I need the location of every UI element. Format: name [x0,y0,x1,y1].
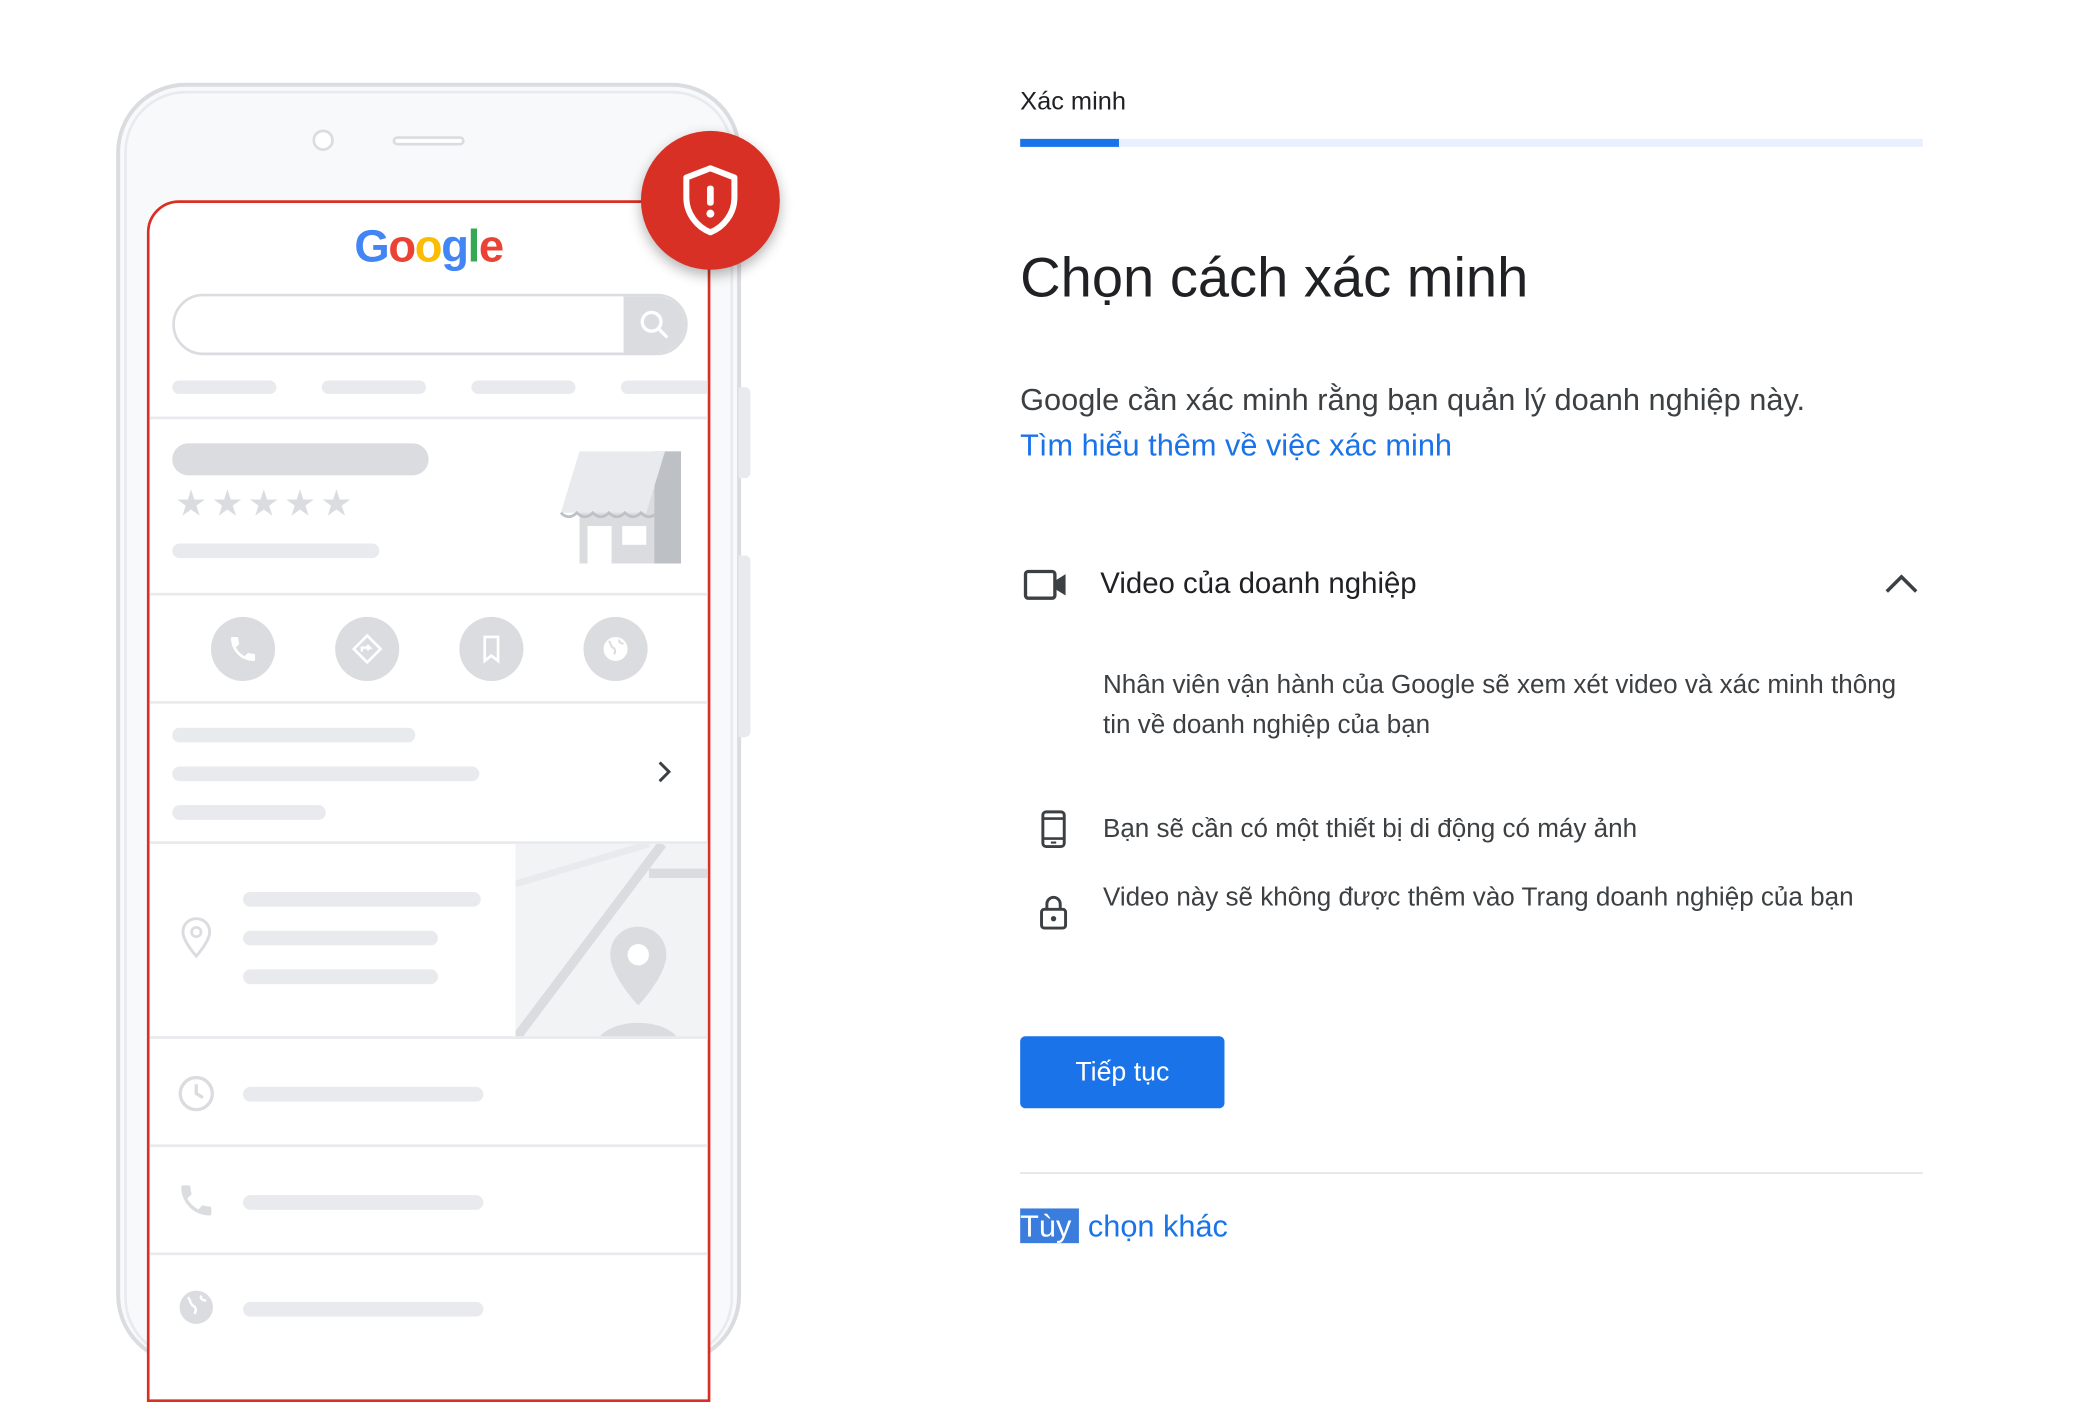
logo-letter: l [467,221,481,273]
clock-icon [178,1075,214,1112]
bookmark-icon [483,635,500,664]
placeholder-tab [620,380,708,394]
learn-more-link[interactable]: Tìm hiểu thêm về việc xác minh [1020,427,1452,463]
placeholder-tab [172,380,277,394]
phone-screen: Google ★★★★★ [146,200,711,1402]
placeholder-tab [321,380,426,394]
placeholder-line [243,1301,484,1317]
placeholder-line [243,891,481,907]
chevron-right-icon [658,761,672,783]
placeholder-line [172,543,380,559]
google-logo: Google [150,222,708,274]
progress-bar [1020,138,1923,147]
mock-search-bar [172,293,688,356]
logo-letter: g [441,221,469,273]
placeholder-line [243,930,438,946]
mock-save-button [459,616,524,682]
phone-icon [231,636,256,661]
page-description: Google cần xác minh rằng bạn quản lý doa… [1020,381,1806,417]
shield-alert-icon [683,165,738,236]
lock-icon [1040,895,1068,930]
selected-text: Tùy [1020,1208,1080,1243]
divider [149,1036,708,1039]
smartphone-icon [1041,810,1066,849]
divider [149,1252,708,1256]
mock-website-button [583,616,648,682]
directions-icon [351,633,383,665]
requirement-text: Bạn sẽ cần có một thiết bị di động có má… [1102,814,1638,844]
mock-map [515,843,708,1039]
method-description: Nhân viên vận hành của Google sẽ xem xét… [1102,670,1897,740]
divider [149,1144,708,1148]
globe-icon [603,636,628,661]
verification-method-header[interactable]: Video của doanh nghiệp [1020,553,1923,617]
placeholder-line [172,727,416,743]
logo-letter: o [414,221,443,273]
chevron-up-icon[interactable] [1883,572,1920,596]
divider [149,592,708,596]
divider [149,416,708,420]
mock-directions-button [335,616,400,682]
placeholder-tab [471,380,576,394]
method-title: Video của doanh nghiệp [1100,566,1417,600]
continue-button[interactable]: Tiếp tục [1020,1036,1225,1109]
phone-side-button [738,555,751,738]
placeholder-line [172,805,326,820]
phone-speaker [392,136,465,146]
video-camera-icon [1023,569,1066,600]
alert-badge [640,130,780,270]
location-pin-icon [181,917,212,959]
divider [149,701,708,704]
logo-letter: e [478,221,504,273]
placeholder-line [243,1086,484,1102]
link-text: chọn khác [1079,1208,1228,1244]
requirement-text: Video này sẽ không được thêm vào Trang d… [1102,882,1854,913]
phone-icon [181,1185,212,1216]
mock-search-button [623,296,686,353]
other-options-link[interactable]: Tùy chọn khác [1020,1208,1228,1244]
divider [1020,1172,1923,1174]
phone-side-button [738,387,751,479]
rating-stars: ★★★★★ [174,483,357,524]
logo-letter: o [388,221,416,273]
requirement-item: Video này sẽ không được thêm vào Trang d… [1020,877,1923,962]
placeholder-line [172,766,480,782]
logo-letter: G [354,221,389,273]
progress-bar-fill [1020,138,1120,147]
storefront-icon [559,451,682,564]
placeholder-business-name [172,443,429,476]
globe-icon [179,1290,213,1324]
search-icon [640,310,668,339]
step-label: Xác minh [1020,88,1126,117]
requirement-item: Bạn sẽ cần có một thiết bị di động có má… [1020,809,1923,862]
phone-camera [312,129,334,151]
mock-call-button [210,616,276,682]
page-title: Chọn cách xác minh [1020,245,1529,309]
placeholder-line [243,969,438,985]
placeholder-line [243,1195,484,1210]
